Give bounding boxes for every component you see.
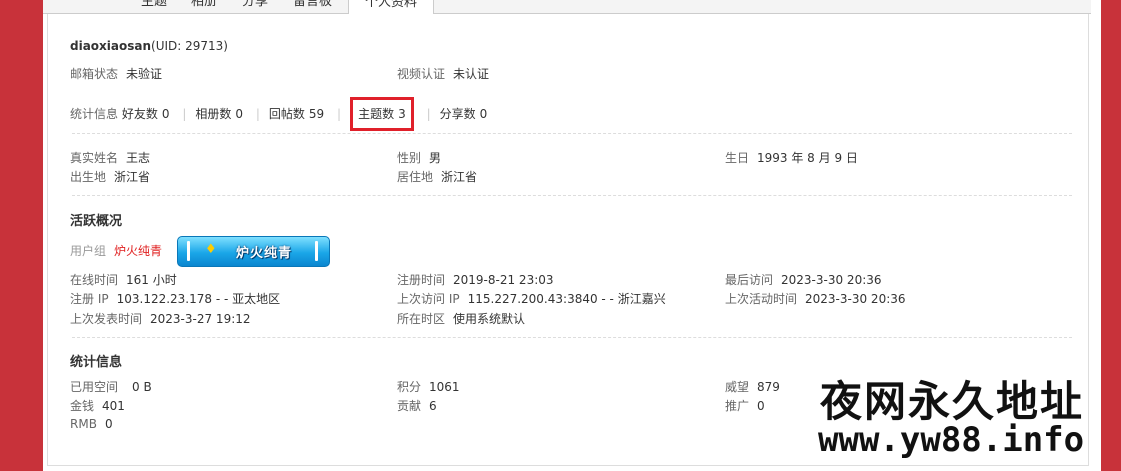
- divider: |: [337, 107, 342, 121]
- highlight-box: 主题数 3: [350, 97, 414, 131]
- divider: [72, 133, 1072, 134]
- profile-tabs: 主题 相册 分享 留言板 个人资料: [43, 0, 1091, 15]
- email-status-label: 邮箱状态: [70, 67, 119, 81]
- username[interactable]: diaoxiaosan: [70, 39, 151, 53]
- rmb: RMB 0: [70, 417, 113, 431]
- badge-bar: [187, 241, 190, 261]
- stat-topics[interactable]: 主题数 3: [358, 105, 406, 122]
- stat-replies[interactable]: 回帖数 59: [269, 105, 324, 122]
- realname: 真实姓名 王志: [70, 151, 151, 165]
- tab-profile[interactable]: 个人资料: [348, 0, 435, 15]
- watermark-url: www.yw88.info: [818, 420, 1085, 460]
- gem-icon: ♦: [205, 242, 217, 257]
- tab-guestbook[interactable]: 留言板: [277, 0, 348, 12]
- last-post: 上次发表时间 2023-3-27 19:12: [70, 312, 251, 326]
- badge-bar: [315, 241, 318, 261]
- user-uid: (UID: 29713): [151, 39, 228, 53]
- activity-heading: 活跃概况: [70, 214, 123, 229]
- online-time: 在线时间 161 小时: [70, 273, 177, 287]
- email-status-value: 未验证: [126, 67, 163, 81]
- last-ip: 上次访问 IP 115.227.200.43:3840 - - 浙江嘉兴: [397, 292, 666, 306]
- divider: [72, 337, 1072, 338]
- prestige: 威望 879: [725, 380, 780, 394]
- user-heading: diaoxiaosan(UID: 29713): [70, 39, 228, 53]
- promotion: 推广 0: [725, 399, 765, 413]
- video-status: 视频认证 未认证: [397, 65, 489, 82]
- tab-shares[interactable]: 分享: [226, 0, 284, 12]
- user-group: 用户组 炉火纯青: [70, 244, 163, 258]
- last-visit: 最后访问 2023-3-30 20:36: [725, 273, 882, 287]
- stat-albums[interactable]: 相册数 0: [195, 105, 243, 122]
- stats-bar-label: 统计信息: [70, 107, 119, 121]
- stat-shares[interactable]: 分享数 0: [440, 105, 488, 122]
- divider: [72, 195, 1072, 196]
- last-active: 上次活动时间 2023-3-30 20:36: [725, 292, 906, 306]
- used-space: 已用空间 0 B: [70, 380, 152, 394]
- stat-friends[interactable]: 好友数 0: [122, 105, 170, 122]
- email-status: 邮箱状态 未验证: [70, 65, 162, 82]
- tab-albums[interactable]: 相册: [175, 0, 233, 12]
- stats-bar: 统计信息 好友数 0 | 相册数 0 | 回帖数 59 | 主题数 3 | 分享数 0: [70, 97, 487, 131]
- statistics-heading: 统计信息: [70, 355, 123, 370]
- divider: |: [426, 107, 431, 121]
- reg-ip: 注册 IP 103.122.23.178 - - 亚太地区: [70, 292, 281, 306]
- video-status-value: 未认证: [453, 67, 490, 81]
- residence: 居住地 浙江省: [397, 170, 478, 184]
- contribution: 贡献 6: [397, 399, 437, 413]
- birthplace: 出生地 浙江省: [70, 170, 151, 184]
- video-status-label: 视频认证: [397, 67, 446, 81]
- points: 积分 1061: [397, 380, 460, 394]
- birthday: 生日 1993 年 8 月 9 日: [725, 151, 858, 165]
- gender: 性别男: [397, 151, 442, 165]
- money: 金钱 401: [70, 399, 125, 413]
- timezone: 所在时区 使用系统默认: [397, 312, 526, 326]
- badge-text: 炉火纯青: [236, 246, 293, 261]
- user-group-name[interactable]: 炉火纯青: [114, 244, 162, 258]
- divider: |: [255, 107, 260, 121]
- group-badge: ♦ 炉火纯青: [177, 236, 330, 267]
- divider: |: [182, 107, 187, 121]
- reg-time: 注册时间 2019-8-21 23:03: [397, 273, 554, 287]
